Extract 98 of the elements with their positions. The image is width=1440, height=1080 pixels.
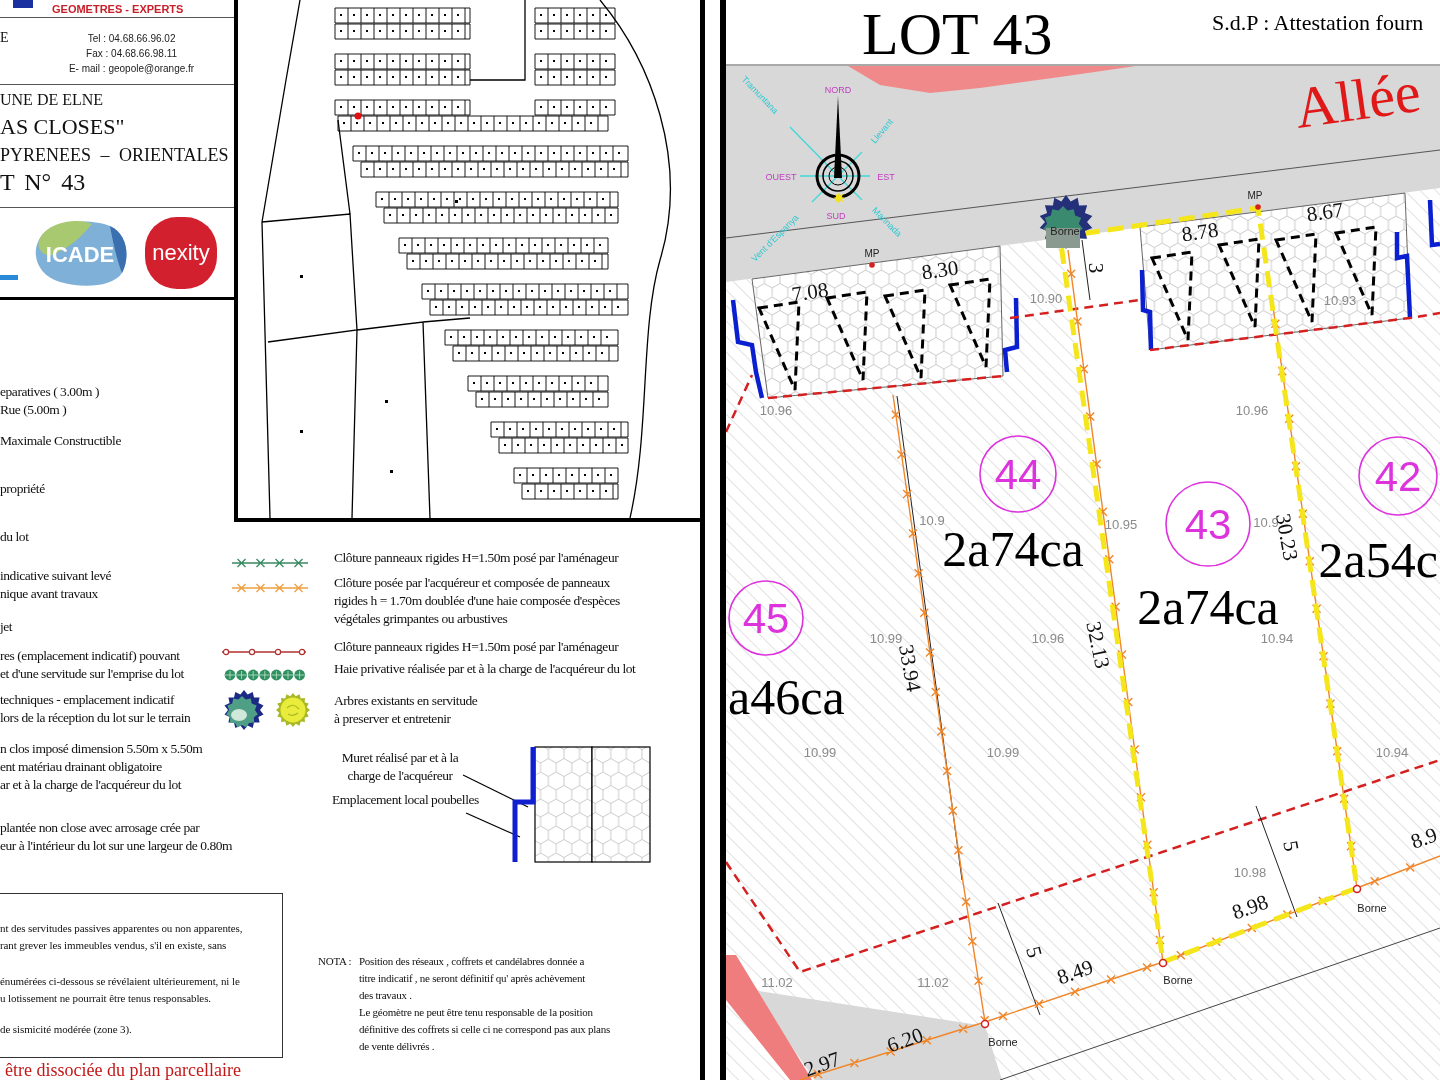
compass-label: SUD [826, 211, 846, 221]
location-marker-icon [354, 112, 362, 120]
legend-text: Clôture panneaux rigides H=1.50m posé par l'aménageur [334, 549, 619, 567]
hedge-icon [224, 669, 306, 681]
nota-text: Le géomètre ne peut être tenu responsable de la position définitive des coffrets si celle ci ne correspond pas aux plans de vente délivrés . [359, 1005, 610, 1054]
lot-number: 44 [979, 435, 1057, 513]
legend-text: eparatives ( 3.00m ) Rue (5.00m ) [0, 383, 99, 419]
lot-title: LOT 43 [862, 1, 1053, 67]
logo: nexity [145, 216, 217, 289]
lot-number: 43 [1165, 481, 1251, 567]
dimension-label: 7.08 [790, 277, 830, 307]
survey-point-label: MP [1247, 190, 1263, 201]
surface-note: S.d.P : Attestation fourn [1212, 10, 1424, 35]
legend-text: propriété [0, 480, 45, 498]
tree-icon [276, 693, 310, 727]
title-line: AS CLOSES" [0, 114, 125, 140]
firm-name: GEOMETRES - EXPERTS [52, 3, 184, 15]
legend-text: jet [0, 618, 13, 636]
legend-text: du lot [0, 528, 29, 546]
elevation-label: 10.9 [919, 512, 945, 528]
legend-text: plantée non close avec arrosage crée par eur à l'intérieur du lot sur une largeur de 0.80m [0, 819, 233, 855]
elevation-label: 10.94 [1375, 744, 1409, 760]
elevation-label: 10.99 [986, 744, 1020, 760]
elevation-label: 10.99 [803, 744, 837, 760]
callout-text: Emplacement local poubelles [332, 792, 479, 807]
lot-area-label: 2a54c [1318, 532, 1438, 588]
elevation-label: 10.96 [759, 402, 793, 418]
address-text: E [0, 30, 9, 46]
property-line [726, 374, 754, 433]
survey-point-icon [869, 262, 875, 268]
boundary-marker-icon [1158, 958, 1168, 968]
logo-fragment-icon [13, 0, 33, 8]
dimension-label: 8.78 [1180, 217, 1220, 247]
boundary-marker-label: Borne [1050, 225, 1080, 237]
legend-text: n clos imposé dimension 5.50m x 5.50m ent matériau drainant obligatoire ar et à la charge de l'acquéreur du lot [0, 740, 203, 794]
compass-label: EST [877, 172, 895, 182]
survey-point-icon [1255, 204, 1261, 210]
survey-point-label: MP [864, 248, 880, 259]
notes-text: nt des servitudes passives apparentes ou non apparentes, rant grever les immeubles vendus, s'il en existe, sans [0, 921, 244, 953]
lot-number: 45 [728, 580, 804, 656]
legend-text: Clôture posée par l'acquéreur et composée de panneaux rigides h = 1.70m doublée d'une haie composée d'espèces végétales grimpantes ou arbustives [334, 574, 620, 628]
dimension-label: 5 [1278, 838, 1304, 854]
post-fence-icon [222, 648, 306, 656]
compass-label: OUEST [765, 172, 797, 182]
legend-text: indicative suivant levé nique avant travaux [0, 567, 112, 603]
elevation-label: 10.90 [1029, 290, 1063, 306]
dimension-label: 8.9 [1407, 822, 1440, 854]
notes-text: de sismicité modérée (zone 3). [0, 1022, 133, 1037]
notes-text: énumérées ci-dessous se révélaient ultérieurement, ni le u lotissement ne pourrait être tenus responsables. [0, 974, 241, 1006]
lot-number: 42 [1358, 436, 1438, 516]
elevation-label: 11.02 [761, 974, 793, 990]
boundary-marker-label: Borne [988, 1036, 1018, 1048]
legend-text: Arbres existants en servitude à preserver et entretenir [334, 692, 478, 728]
dimension-label: 3 [1084, 262, 1108, 274]
elevation-label: 10.95 [1104, 516, 1138, 532]
boundary-marker-label: Borne [1357, 902, 1387, 914]
contact-line: E- mail : geopole@orange.fr [68, 62, 195, 76]
boundary-marker-icon [980, 1019, 990, 1029]
legend-text: Clôture panneaux rigides H=1.50m posé par l'aménageur [334, 638, 619, 656]
dimension-label: 8.98 [1228, 889, 1272, 925]
boundary-marker-icon [1352, 884, 1362, 894]
dimension-label: 8.30 [920, 255, 960, 285]
compass-label: NORD [824, 85, 852, 95]
dimension-label: 6.20 [883, 1022, 927, 1058]
dimension-label: 8.67 [1305, 197, 1345, 227]
dimension-label: 5 [1021, 943, 1047, 961]
callout-text: Muret réalisé par et à la charge de l'acquéreur [341, 750, 459, 783]
dimension-line [1081, 239, 1091, 301]
contact-line: Fax : 04.68.66.98.11 [86, 47, 178, 61]
elevation-label: 10.96 [1235, 402, 1269, 418]
elevation-label: 10.93 [1323, 292, 1357, 308]
elevation-label: 11.02 [917, 974, 949, 990]
wall-segment [1427, 199, 1440, 248]
legend-text: techniques - emplacement indicatif lors de la réception du lot sur le terrain [0, 691, 191, 727]
logo-fragment-icon [0, 275, 18, 280]
dimension-label: 2.97 [800, 1046, 844, 1080]
fence-line-icon [232, 583, 308, 593]
tree-icon [1039, 195, 1093, 249]
elevation-label: 10.96 [1031, 630, 1065, 646]
tree-icon [224, 690, 264, 730]
dimension-label: 32.13 [1081, 619, 1115, 671]
elevation-label: 10.98 [1233, 864, 1267, 880]
nota-label: NOTA : [318, 954, 353, 969]
title-line: UNE DE ELNE [0, 91, 104, 109]
title-line: T N° 43 [0, 168, 86, 196]
legend-text: Haie privative réalisée par et à la charge de l'acquéreur du lot [334, 660, 636, 678]
dimension-label: 8.49 [1053, 954, 1097, 990]
street-name: Allée [1290, 59, 1425, 141]
legend-text: res (emplacement indicatif) pouvant et d'une servitude sur l'emprise du lot [0, 647, 184, 683]
boundary-marker-label: Borne [1163, 974, 1193, 986]
title-line: PYRENEES – ORIENTALES [0, 144, 229, 166]
lot-area-label: a46ca [728, 669, 845, 725]
nota-text: Position des réseaux , coffrets et candélabres donnée a titre indicatif , ne seront définitif qu' après achèvement des travaux . [359, 954, 586, 1003]
warning-text: être dissociée du plan parcellaire [4, 1060, 241, 1080]
fence-line-icon [232, 558, 308, 568]
contact-line: Tel : 04.68.66.96.02 [87, 32, 176, 46]
leader-line [465, 812, 521, 838]
legend-text: Maximale Constructible [0, 432, 121, 450]
